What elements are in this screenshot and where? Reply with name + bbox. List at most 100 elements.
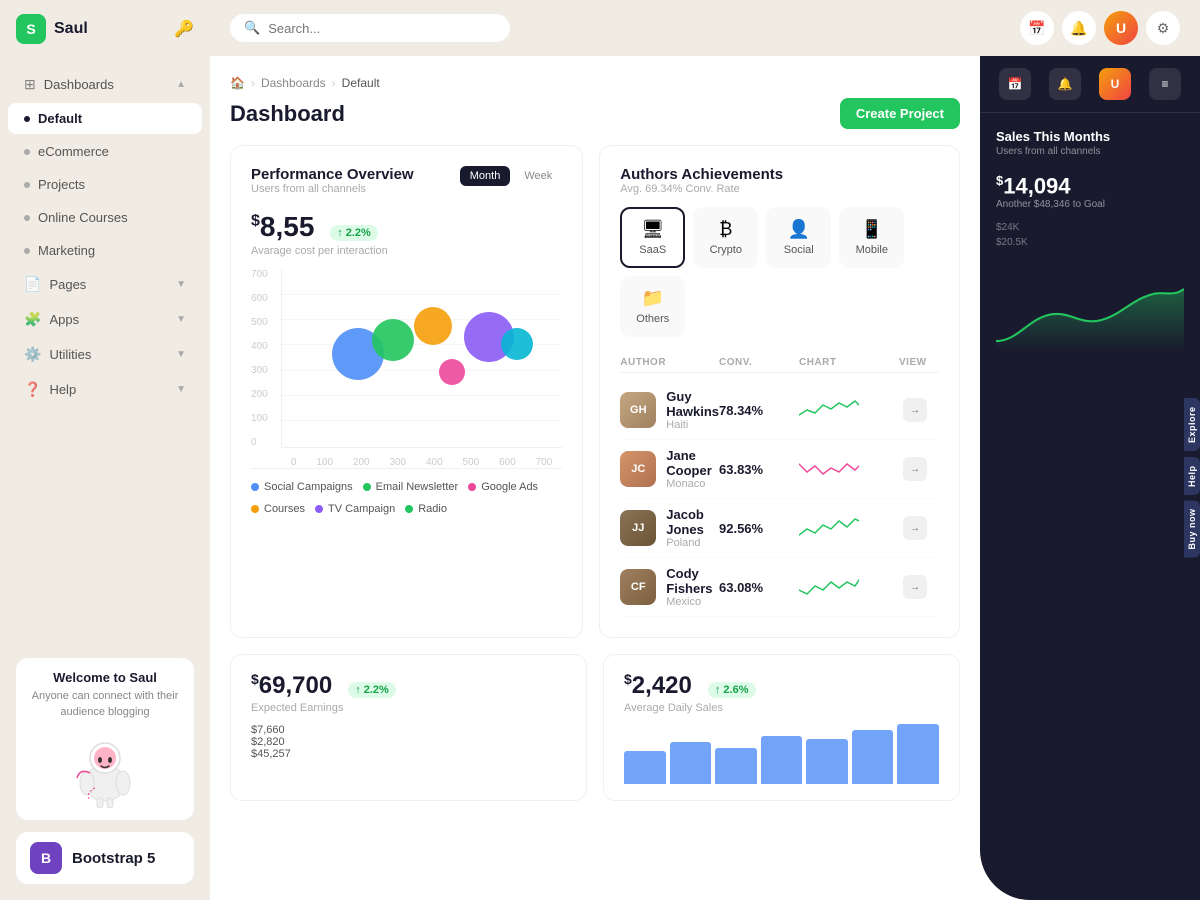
breadcrumb-default: Default (342, 76, 380, 90)
sidebar-item-dashboards[interactable]: ⊞ Dashboards ▲ (8, 68, 202, 101)
social-icon: 👤 (788, 219, 810, 240)
sidebar-item-projects[interactable]: Projects (8, 169, 202, 200)
sidebar-item-help[interactable]: ❓ Help ▼ (8, 373, 202, 406)
author-country: Monaco (666, 478, 719, 490)
utilities-icon: ⚙️ (24, 346, 41, 363)
author-row: GH Guy Hawkins Haiti 78.34% (620, 381, 939, 440)
explore-button[interactable]: Explore (1184, 398, 1200, 451)
author-info: JC Jane Cooper Monaco (620, 448, 719, 490)
menu-dark-button[interactable]: ≡ (1149, 68, 1181, 100)
daily-sales-badge: ↑ 2.6% (708, 682, 756, 698)
settings-button[interactable]: ⚙ (1146, 11, 1180, 45)
view-button[interactable]: → (903, 398, 927, 422)
sidebar-item-online-courses[interactable]: Online Courses (8, 202, 202, 233)
app-name: Saul (54, 20, 88, 38)
author-avatar: JC (620, 451, 656, 487)
authors-subtitle: Avg. 69.34% Conv. Rate (620, 183, 939, 195)
cat-tab-saas[interactable]: 🖥 SaaS (620, 207, 685, 268)
main-content: 🔍 📅 🔔 U ⚙ 🏠 › Dashboards › Default Dash (210, 0, 1200, 900)
daily-sales-value: $2,420 (624, 671, 692, 700)
author-name: Jane Cooper (666, 448, 719, 478)
author-avatar: CF (620, 569, 656, 605)
bootstrap-icon: B (30, 842, 62, 874)
nav-dot (24, 248, 30, 254)
author-name: Guy Hawkins (666, 389, 719, 419)
author-country: Haiti (666, 419, 719, 431)
bell-button[interactable]: 🔔 (1062, 11, 1096, 45)
sidebar-item-utilities[interactable]: ⚙️ Utilities ▼ (8, 338, 202, 371)
search-icon: 🔍 (244, 20, 260, 36)
author-avatar: GH (620, 392, 656, 428)
breadcrumb-dashboards[interactable]: Dashboards (261, 76, 326, 90)
calendar-dark-button[interactable]: 📅 (999, 68, 1031, 100)
welcome-title: Welcome to Saul (28, 670, 182, 685)
daily-sales-label: Average Daily Sales (624, 702, 939, 714)
bubble-email (372, 319, 414, 361)
performance-card: Performance Overview Users from all chan… (230, 145, 583, 638)
sidebar-item-pages[interactable]: 📄 Pages ▼ (8, 268, 202, 301)
arrow-icon: ▼ (176, 384, 186, 395)
welcome-card: Welcome to Saul Anyone can connect with … (16, 658, 194, 820)
sidebar-footer: Welcome to Saul Anyone can connect with … (0, 642, 210, 900)
bubble-chart: 700 600 500 400 300 200 100 0 (251, 269, 562, 469)
topbar-actions: 📅 🔔 U ⚙ (1020, 11, 1180, 45)
sidebar-item-marketing[interactable]: Marketing (8, 235, 202, 266)
page-main: 🏠 › Dashboards › Default Dashboard Creat… (210, 56, 980, 900)
view-button[interactable]: → (903, 575, 927, 599)
author-conv: 63.08% (719, 580, 799, 595)
back-icon[interactable]: 🔑 (174, 19, 194, 39)
author-conv: 78.34% (719, 403, 799, 418)
create-project-button[interactable]: Create Project (840, 98, 960, 129)
chart-legend: Social Campaigns Email Newsletter Google… (251, 481, 562, 515)
bootstrap-label: Bootstrap 5 (72, 850, 155, 867)
chart-area (281, 269, 562, 448)
author-chart (799, 395, 899, 425)
sales-y1: $24K (996, 222, 1184, 233)
help-button[interactable]: Help (1184, 457, 1200, 495)
sidebar-header: S Saul 🔑 (0, 0, 210, 58)
period-week-button[interactable]: Week (514, 166, 562, 186)
breadcrumb-home[interactable]: 🏠 (230, 76, 245, 90)
view-button[interactable]: → (903, 457, 927, 481)
author-country: Mexico (666, 596, 719, 608)
sales-section: Sales This Months Users from all channel… (980, 113, 1200, 900)
sidebar-item-ecommerce[interactable]: eCommerce (8, 136, 202, 167)
sales-subtitle: Users from all channels (996, 146, 1184, 157)
notification-dark-button[interactable]: 🔔 (1049, 68, 1081, 100)
period-month-button[interactable]: Month (460, 166, 511, 186)
cat-tab-mobile[interactable]: 📱 Mobile (839, 207, 904, 268)
user-dark-avatar[interactable]: U (1099, 68, 1131, 100)
authors-card: Authors Achievements Avg. 69.34% Conv. R… (599, 145, 960, 638)
view-button[interactable]: → (903, 516, 927, 540)
cat-tab-crypto[interactable]: ₿ Crypto (693, 207, 758, 268)
legend-google: Google Ads (468, 481, 538, 493)
sidebar-logo: S (16, 14, 46, 44)
authors-table-header: AUTHOR CONV. CHART VIEW (620, 353, 939, 373)
mobile-icon: 📱 (861, 219, 883, 240)
earnings-card: $69,700 ↑ 2.2% Expected Earnings $7,660 … (230, 654, 587, 801)
cat-tab-others[interactable]: 📁 Others (620, 276, 685, 337)
calendar-button[interactable]: 📅 (1020, 11, 1054, 45)
search-input[interactable] (268, 21, 496, 36)
search-box[interactable]: 🔍 (230, 14, 510, 42)
apps-icon: 🧩 (24, 311, 41, 328)
breadcrumb: 🏠 › Dashboards › Default (230, 76, 960, 90)
author-conv: 92.56% (719, 521, 799, 536)
daily-sales-card: $2,420 ↑ 2.6% Average Daily Sales (603, 654, 960, 801)
author-chart (799, 454, 899, 484)
side-actions: Explore Help Buy now (1184, 398, 1200, 557)
buy-now-button[interactable]: Buy now (1184, 501, 1200, 558)
author-avatar: JJ (620, 510, 656, 546)
user-avatar[interactable]: U (1104, 11, 1138, 45)
earnings-value: $69,700 (251, 671, 332, 700)
metric-badge: ↑ 2.2% (330, 225, 378, 241)
legend-courses: Courses (251, 503, 305, 515)
nav-dot (24, 149, 30, 155)
author-chart (799, 513, 899, 543)
author-info: GH Guy Hawkins Haiti (620, 389, 719, 431)
legend-email: Email Newsletter (363, 481, 459, 493)
sidebar-item-apps[interactable]: 🧩 Apps ▼ (8, 303, 202, 336)
topbar: 🔍 📅 🔔 U ⚙ (210, 0, 1200, 56)
cat-tab-social[interactable]: 👤 Social (766, 207, 831, 268)
sidebar-item-default[interactable]: Default (8, 103, 202, 134)
